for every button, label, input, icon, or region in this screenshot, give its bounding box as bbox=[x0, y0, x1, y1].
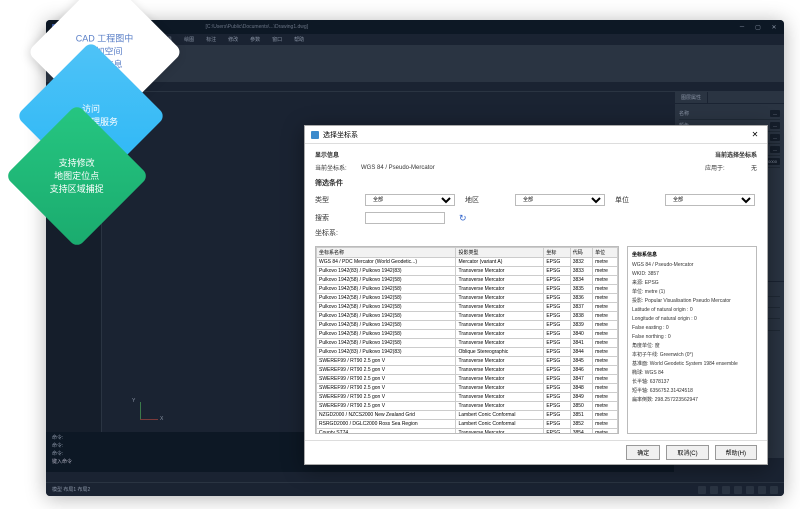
table-row[interactable]: SWEREF99 / RT90 2.5 gon VTransverse Merc… bbox=[317, 366, 618, 375]
info-line: False easting : 0 bbox=[632, 324, 752, 333]
table-row[interactable]: SWEREF99 / RT90 2.5 gon VTransverse Merc… bbox=[317, 402, 618, 411]
info-line: 本初子午线: Greenwich (0°) bbox=[632, 351, 752, 360]
menu-item[interactable]: 帮助 bbox=[294, 36, 304, 43]
info-line: 角度单位: 度 bbox=[632, 342, 752, 351]
table-row[interactable]: SWEREF99 / RT90 2.5 gon VTransverse Merc… bbox=[317, 393, 618, 402]
info-line: 扁率倒数: 298.257223562947 bbox=[632, 396, 752, 405]
cancel-button[interactable]: 取消(C) bbox=[666, 445, 708, 460]
table-row[interactable]: Pulkovo 1942(83) / Pulkovo 1942(83)Obliq… bbox=[317, 348, 618, 357]
info-line: 长半轴: 6378137 bbox=[632, 378, 752, 387]
status-icon[interactable] bbox=[758, 486, 766, 494]
table-row[interactable]: Pulkovo 1942(58) / Pulkovo 1942(58)Trans… bbox=[317, 312, 618, 321]
info-line: 基准面: World Geodetic System 1984 ensemble bbox=[632, 360, 752, 369]
status-icon[interactable] bbox=[746, 486, 754, 494]
column-header[interactable]: 单位 bbox=[593, 248, 618, 258]
info-line: 椭球: WGS 84 bbox=[632, 369, 752, 378]
maximize-button[interactable]: ▢ bbox=[754, 23, 762, 31]
table-row[interactable]: Pulkovo 1942(58) / Pulkovo 1942(58)Trans… bbox=[317, 321, 618, 330]
info-line: WKID: 3857 bbox=[632, 270, 752, 279]
document-path: [C:\Users\Public\Documents\...\Drawing1.… bbox=[206, 24, 309, 30]
info-line: 投影: Popular Visualisation Pseudo Mercato… bbox=[632, 297, 752, 306]
select-crs-dialog: 选择坐标系 ✕ 显示信息 当前选择坐标系 当前坐标系: WGS 84 / Pse… bbox=[304, 125, 768, 465]
search-input[interactable] bbox=[365, 212, 445, 224]
search-label: 搜索 bbox=[315, 213, 355, 223]
dialog-title: 选择坐标系 bbox=[323, 130, 358, 140]
status-icon[interactable] bbox=[710, 486, 718, 494]
status-icon[interactable] bbox=[770, 486, 778, 494]
column-header[interactable]: 坐标系名称 bbox=[317, 248, 456, 258]
column-header[interactable]: 代码 bbox=[570, 248, 592, 258]
table-row[interactable]: Pulkovo 1942(58) / Pulkovo 1942(58)Trans… bbox=[317, 276, 618, 285]
info-line: Longitude of natural origin : 0 bbox=[632, 315, 752, 324]
crs-info-panel: 坐标系信息 WGS 84 / Pseudo-MercatorWKID: 3857… bbox=[627, 246, 757, 434]
crs-table-container[interactable]: 坐标系名称投影类型坐标代码单位 WGS 84 / PDC Mercator (W… bbox=[315, 246, 619, 434]
close-button[interactable]: ✕ bbox=[770, 23, 778, 31]
table-row[interactable]: RSRGD2000 / DGLC2000 Ross Sea RegionLamb… bbox=[317, 420, 618, 429]
close-icon[interactable]: ✕ bbox=[749, 130, 761, 139]
statusbar-tabs[interactable]: 模型 布局1 布局2 bbox=[52, 486, 90, 493]
status-icon[interactable] bbox=[698, 486, 706, 494]
current-crs-label: 当前坐标系: bbox=[315, 163, 355, 172]
info-line: Latitude of natural origin : 0 bbox=[632, 306, 752, 315]
column-header[interactable]: 坐标 bbox=[544, 248, 570, 258]
table-row[interactable]: Pulkovo 1942(83) / Pulkovo 1942(83)Trans… bbox=[317, 267, 618, 276]
info-line: False northing : 0 bbox=[632, 333, 752, 342]
filter-region-label: 地区 bbox=[465, 195, 505, 205]
column-header[interactable]: 投影类型 bbox=[456, 248, 544, 258]
menu-item[interactable]: 绘图 bbox=[184, 36, 194, 43]
table-row[interactable]: Pulkovo 1942(58) / Pulkovo 1942(58)Trans… bbox=[317, 339, 618, 348]
table-row[interactable]: NZGD2000 / NZCS2000 New Zealand GridLamb… bbox=[317, 411, 618, 420]
table-row[interactable]: County ST74Transverse MercatorEPSG3854me… bbox=[317, 429, 618, 435]
crs-table: 坐标系名称投影类型坐标代码单位 WGS 84 / PDC Mercator (W… bbox=[316, 247, 618, 434]
section-header: 显示信息 bbox=[315, 150, 355, 159]
current-crs-value: WGS 84 / Pseudo-Mercator bbox=[361, 165, 435, 171]
feature-callouts: CAD 工程图中 添加空间 参考信息 访问 多源地理服务 支持修改 地图定位点 … bbox=[2, 5, 182, 225]
table-row[interactable]: Pulkovo 1942(58) / Pulkovo 1942(58)Trans… bbox=[317, 294, 618, 303]
menu-item[interactable]: 窗口 bbox=[272, 36, 282, 43]
info-line: 短半轴: 6356752.31424518 bbox=[632, 387, 752, 396]
table-row[interactable]: Pulkovo 1942(58) / Pulkovo 1942(58)Trans… bbox=[317, 330, 618, 339]
filter-unit-select[interactable]: 全部 bbox=[665, 194, 755, 206]
filter-unit-label: 单位 bbox=[615, 195, 655, 205]
statusbar: 模型 布局1 布局2 bbox=[46, 482, 784, 496]
menu-item[interactable]: 标注 bbox=[206, 36, 216, 43]
filter-region-select[interactable]: 全部 bbox=[515, 194, 605, 206]
table-row[interactable]: SWEREF99 / RT90 2.5 gon VTransverse Merc… bbox=[317, 375, 618, 384]
table-label: 坐标系: bbox=[315, 228, 757, 238]
dialog-titlebar: 选择坐标系 ✕ bbox=[305, 126, 767, 144]
ok-button[interactable]: 确定 bbox=[626, 445, 660, 460]
apply-to-label: 应用于: bbox=[705, 163, 745, 172]
info-line: WGS 84 / Pseudo-Mercator bbox=[632, 261, 752, 270]
table-row[interactable]: WGS 84 / PDC Mercator (World Geodetic...… bbox=[317, 258, 618, 267]
filter-section-label: 筛选条件 bbox=[315, 178, 757, 188]
help-button[interactable]: 帮助(H) bbox=[715, 445, 757, 460]
minimize-button[interactable]: ─ bbox=[738, 23, 746, 31]
status-icon[interactable] bbox=[734, 486, 742, 494]
table-row[interactable]: Pulkovo 1942(58) / Pulkovo 1942(58)Trans… bbox=[317, 303, 618, 312]
reset-icon[interactable]: ↻ bbox=[459, 213, 467, 224]
table-row[interactable]: Pulkovo 1942(58) / Pulkovo 1942(58)Trans… bbox=[317, 285, 618, 294]
table-row[interactable]: SWEREF99 / RT90 2.5 gon VTransverse Merc… bbox=[317, 357, 618, 366]
menu-item[interactable]: 修改 bbox=[228, 36, 238, 43]
section-header: 当前选择坐标系 bbox=[715, 150, 757, 159]
apply-to-value: 无 bbox=[751, 163, 757, 172]
property-row: 名称— bbox=[679, 108, 780, 120]
status-icon[interactable] bbox=[722, 486, 730, 494]
dialog-icon bbox=[311, 131, 319, 139]
menu-item[interactable]: 参数 bbox=[250, 36, 260, 43]
info-line: 来源: EPSG bbox=[632, 279, 752, 288]
table-row[interactable]: SWEREF99 / RT90 2.5 gon VTransverse Merc… bbox=[317, 384, 618, 393]
info-line: 单位: metre (1) bbox=[632, 288, 752, 297]
filter-type-label: 类型 bbox=[315, 195, 355, 205]
filter-type-select[interactable]: 全部 bbox=[365, 194, 455, 206]
info-title: 坐标系信息 bbox=[632, 251, 752, 258]
properties-tab[interactable]: 图层属性 bbox=[675, 92, 708, 103]
